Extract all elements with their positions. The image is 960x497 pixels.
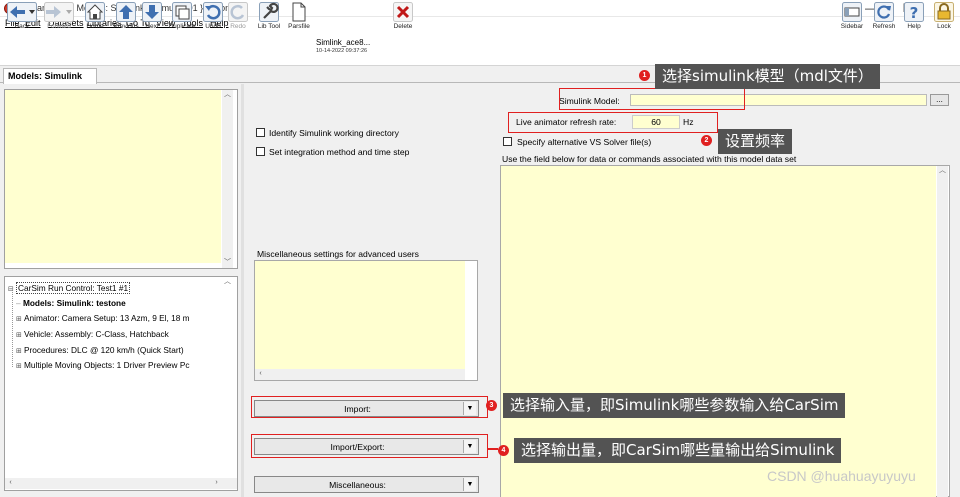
forward-arrow-icon [44,2,74,22]
pane-splitter[interactable] [241,84,244,497]
annotation-callout-1: 选择simulink模型（mdl文件） [655,64,880,89]
annotation-callout-2: 设置频率 [718,129,793,154]
parsfile-date: 10-14-2022 09:37:26 [316,48,368,54]
help-icon: ? [904,2,924,22]
browse-model-button[interactable]: ... [930,94,949,106]
home-icon [85,2,105,22]
tab-models-simulink[interactable]: Models: Simulink [3,68,97,84]
down-arrow-icon [142,2,162,22]
scroll-down-icon[interactable]: ﹀ [222,258,233,268]
previous-button[interactable]: Previous [112,2,140,34]
document-icon [292,2,306,22]
identify-wd-checkbox[interactable] [256,128,265,137]
alt-solver-checkbox[interactable] [503,137,512,146]
scroll-up-icon[interactable]: ︿ [937,166,948,176]
expand-icon[interactable]: ⊞ [16,347,24,355]
sidebar-button[interactable]: Sidebar [838,2,866,34]
lock-button[interactable]: Lock [933,2,955,34]
tree-item-procedures[interactable]: ⊞ Procedures: DLC @ 120 km/h (Quick Start… [16,345,184,355]
sidebar-notes-scrollbar[interactable]: ︿ ﹀ [222,90,233,268]
scroll-left-icon[interactable]: ‹ [255,369,266,379]
alt-solver-label: Specify alternative VS Solver file(s) [517,137,652,147]
refresh-icon [874,2,894,22]
delete-x-icon [393,2,413,22]
undo-icon [203,2,223,22]
expand-icon[interactable]: ⊞ [16,362,24,370]
expand-icon[interactable]: ⊞ [16,315,24,323]
back-button[interactable]: Back [4,2,40,34]
duplicate-icon [172,2,192,22]
watermark: CSDN @huahuayuyuyu [767,468,916,484]
toolbar [0,30,960,66]
tree-guide-line [12,292,13,367]
run-control-tree [4,276,238,491]
model-data-scrollbar[interactable]: ︿ [937,166,948,497]
annotation-box-import-export [251,434,488,458]
annotation-leader-4 [488,448,498,450]
identify-wd-label: Identify Simulink working directory [269,128,399,138]
tree-root[interactable]: ⊟ CarSim Run Control: Test1 #1 [8,282,131,294]
miscellaneous-dropdown[interactable]: Miscellaneous: ▼ [254,476,479,493]
wrench-icon [259,2,279,22]
set-integration-checkbox[interactable] [256,147,265,156]
lock-icon [934,2,954,22]
svg-text:?: ? [910,4,919,22]
delete-button[interactable]: Delete [392,2,414,34]
redo-icon [228,2,248,22]
scroll-up-icon[interactable]: ︿ [222,90,233,100]
home-button[interactable]: Home [84,2,106,34]
back-arrow-icon [7,2,37,22]
misc-settings-label: Miscellaneous settings for advanced user… [257,249,419,259]
set-integration-label: Set integration method and time step [269,147,410,157]
annotation-box-import [251,396,488,418]
scroll-left-icon[interactable]: ‹ [5,478,16,488]
next-button[interactable]: Next [141,2,163,34]
refresh-button[interactable]: Refresh [870,2,898,34]
up-arrow-icon [116,2,136,22]
annotation-number-1: 1 [639,70,650,81]
sidebar-icon [842,2,862,22]
tree-item-vehicle[interactable]: ⊞ Vehicle: Assembly: C-Class, Hatchback [16,329,169,339]
help-button[interactable]: ? Help [903,2,925,34]
sidebar-notes-field[interactable] [5,90,221,263]
tree-item-animator[interactable]: ⊞ Animator: Camera Setup: 13 Azm, 9 El, 1… [16,313,190,323]
annotation-number-3: 3 [486,400,497,411]
annotation-box-rate [508,112,718,133]
undo-button[interactable]: Undo [202,2,224,34]
annotation-number-4: 4 [498,445,509,456]
parsfile-button[interactable]: Parsfile [287,2,311,34]
annotation-number-2: 2 [701,135,712,146]
data-field-hint: Use the field below for data or commands… [502,154,797,164]
misc-settings-field[interactable] [255,261,465,371]
annotation-callout-4: 选择输出量，即CarSim哪些量输出给Simulink [514,438,842,463]
parsfile-name: Simlink_ace8... [316,38,371,47]
redo-button[interactable]: Redo [227,2,249,34]
annotation-callout-3: 选择输入量，即Simulink哪些参数输入给CarSim [503,393,846,418]
duplicate-button[interactable]: Duplicate [166,2,198,34]
scroll-right-icon[interactable]: › [211,478,222,488]
tree-item-selected[interactable]: – Models: Simulink: testone [16,298,126,308]
annotation-box-model [559,88,745,110]
forward-button[interactable]: Forward [41,2,77,34]
misc-hscrollbar[interactable]: ‹ [255,369,465,380]
dropdown-arrow-icon: ▼ [463,478,476,491]
tree-item-moving-objects[interactable]: ⊞ Multiple Moving Objects: 1 Driver Previ… [16,360,190,370]
tree-vscrollbar[interactable]: ︿ [222,277,233,477]
expand-icon[interactable]: ⊞ [16,331,24,339]
lib-tool-button[interactable]: Lib Tool [255,2,283,34]
tree-hscrollbar[interactable]: ‹ › [5,478,237,489]
scroll-up-icon[interactable]: ︿ [222,277,233,287]
